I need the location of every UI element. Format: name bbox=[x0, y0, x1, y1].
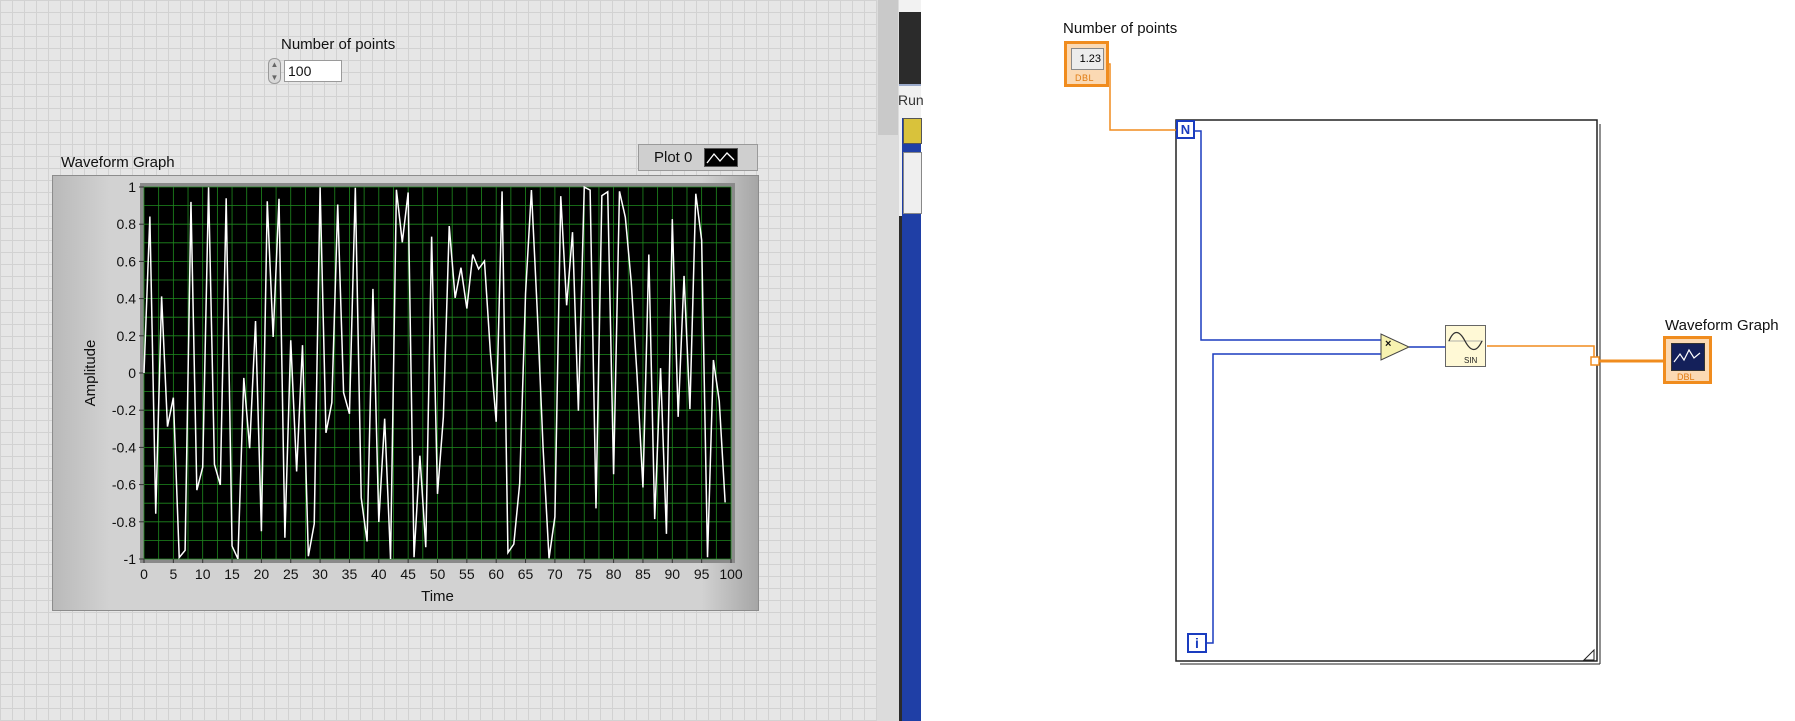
background-window-button[interactable] bbox=[903, 118, 922, 144]
number-of-points-control[interactable]: ▲ ▼ 100 bbox=[268, 58, 342, 84]
loop-count-terminal[interactable]: N bbox=[1176, 120, 1195, 139]
x-tick-label: 50 bbox=[430, 566, 446, 582]
x-tick-label: 40 bbox=[371, 566, 387, 582]
y-tick-label: 0.2 bbox=[117, 328, 137, 344]
numeric-control-icon: 1.23 bbox=[1071, 48, 1104, 70]
number-of-points-label: Number of points bbox=[281, 36, 396, 53]
x-tick-label: 80 bbox=[606, 566, 622, 582]
scrollbar-thumb[interactable] bbox=[878, 0, 898, 135]
x-tick-label: 75 bbox=[576, 566, 592, 582]
y-tick-label: -0.4 bbox=[112, 439, 136, 455]
x-tick-label: 65 bbox=[518, 566, 534, 582]
x-tick-label: 85 bbox=[635, 566, 651, 582]
x-tick-label: 10 bbox=[195, 566, 211, 582]
x-tick-label: 30 bbox=[312, 566, 328, 582]
y-tick-label: 0.4 bbox=[117, 291, 137, 307]
bd-waveform-graph-label: Waveform Graph bbox=[1665, 317, 1779, 334]
loop-iteration-terminal[interactable]: i bbox=[1187, 633, 1207, 653]
waveform-graph-label: Waveform Graph bbox=[61, 154, 175, 171]
sine-label: SIN bbox=[1464, 356, 1478, 365]
wire-points-to-count[interactable] bbox=[1108, 63, 1176, 131]
x-tick-label: 45 bbox=[400, 566, 416, 582]
x-tick-label: 70 bbox=[547, 566, 563, 582]
x-tick-label: 55 bbox=[459, 566, 475, 582]
multiply-symbol: × bbox=[1385, 338, 1392, 350]
waveform-graph-terminal[interactable]: DBL bbox=[1663, 336, 1712, 384]
x-axis-label: Time bbox=[421, 588, 454, 605]
dbl-type-label: DBL bbox=[1075, 73, 1095, 83]
x-tick-label: 15 bbox=[224, 566, 240, 582]
dbl-type-label: DBL bbox=[1677, 372, 1695, 382]
plot-legend[interactable]: Plot 0 bbox=[638, 144, 758, 171]
x-tick-label: 0 bbox=[140, 566, 148, 582]
y-tick-label: 0.6 bbox=[117, 253, 137, 269]
sine-wave-icon bbox=[1448, 331, 1483, 351]
x-tick-label: 35 bbox=[342, 566, 358, 582]
y-tick-label: -0.2 bbox=[112, 402, 136, 418]
y-tick-label: 0.8 bbox=[117, 216, 137, 232]
x-tick-label: 90 bbox=[665, 566, 681, 582]
x-tick-label: 20 bbox=[254, 566, 270, 582]
output-tunnel[interactable] bbox=[1590, 356, 1600, 366]
background-window-text: Run bbox=[898, 92, 924, 108]
waveform-graph[interactable]: 0 5 10 15 20 25 30 35 40 45 50 55 60 65 70 75 80 85 90 95 10… bbox=[52, 175, 759, 611]
plot-line-icon bbox=[706, 152, 735, 164]
x-tick-label: 5 bbox=[169, 566, 177, 582]
y-tick-label: 0 bbox=[128, 365, 136, 381]
number-of-points-terminal[interactable]: 1.23 DBL bbox=[1064, 41, 1109, 87]
wire-count-to-multiply[interactable] bbox=[1195, 130, 1383, 341]
background-window-panel bbox=[903, 152, 922, 214]
legend-plot-name: Plot 0 bbox=[654, 149, 693, 166]
wire-sine-to-tunnel[interactable] bbox=[1487, 345, 1595, 360]
legend-plot-swatch[interactable] bbox=[704, 148, 739, 167]
increment-decrement-arrows[interactable]: ▲ ▼ bbox=[268, 58, 281, 84]
y-tick-label: -1 bbox=[124, 551, 137, 567]
bd-number-of-points-label: Number of points bbox=[1063, 20, 1178, 37]
background-window-top bbox=[899, 0, 921, 12]
x-tick-label: 100 bbox=[719, 566, 743, 582]
graph-indicator-icon bbox=[1671, 343, 1705, 371]
sine-function-node[interactable]: SIN bbox=[1445, 325, 1486, 367]
y-tick-label: -0.8 bbox=[112, 514, 136, 530]
wire-iteration-to-multiply[interactable] bbox=[1207, 353, 1383, 644]
up-arrow-icon[interactable]: ▲ bbox=[271, 60, 279, 69]
down-arrow-icon[interactable]: ▼ bbox=[271, 73, 279, 82]
resize-handle[interactable] bbox=[1582, 648, 1595, 661]
number-of-points-input[interactable]: 100 bbox=[284, 60, 342, 82]
y-tick-label: -0.6 bbox=[112, 477, 136, 493]
x-tick-label: 95 bbox=[694, 566, 710, 582]
x-tick-label: 25 bbox=[283, 566, 299, 582]
y-axis-label: Amplitude bbox=[82, 340, 99, 407]
x-tick-label: 60 bbox=[488, 566, 504, 582]
y-tick-label: 1 bbox=[128, 179, 136, 195]
for-loop-structure[interactable] bbox=[1175, 119, 1598, 662]
